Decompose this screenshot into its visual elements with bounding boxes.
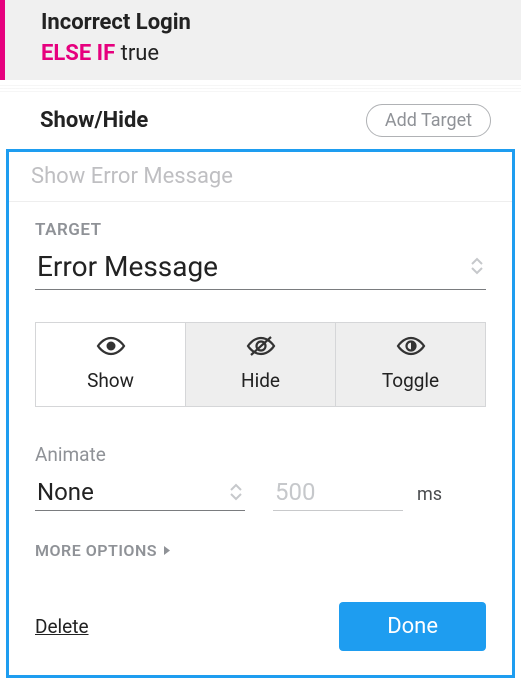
condition-expression: ELSE IF true	[41, 39, 521, 70]
delete-link[interactable]: Delete	[35, 615, 89, 638]
eye-half-icon	[395, 335, 427, 361]
segment-show-label: Show	[87, 369, 134, 392]
done-button[interactable]: Done	[339, 602, 486, 651]
separator	[0, 84, 521, 92]
condition-keyword: ELSE IF	[41, 41, 115, 66]
add-target-button[interactable]: Add Target	[366, 104, 491, 137]
action-title: Show/Hide	[40, 108, 148, 133]
segment-hide[interactable]: Hide	[185, 323, 335, 406]
duration-unit: ms	[417, 484, 442, 505]
panel-body: TARGET Error Message Show Hide	[9, 202, 512, 675]
sort-arrows-icon	[229, 483, 243, 501]
panel-footer: Delete Done	[35, 602, 486, 651]
segment-toggle[interactable]: Toggle	[335, 323, 485, 406]
condition-title: Incorrect Login	[41, 8, 521, 39]
target-value: Error Message	[37, 250, 218, 283]
panel-title: Show Error Message	[9, 152, 512, 202]
animate-type-value: None	[37, 478, 94, 506]
more-options-label: MORE OPTIONS	[35, 541, 157, 560]
chevron-right-icon	[163, 541, 172, 560]
segment-hide-label: Hide	[241, 369, 280, 392]
duration-input[interactable]	[273, 478, 403, 511]
eye-off-icon	[245, 335, 277, 361]
segment-toggle-label: Toggle	[382, 369, 439, 392]
animate-row: None ms	[35, 478, 486, 511]
condition-expression-text: true	[121, 41, 159, 66]
action-panel: Show Error Message TARGET Error Message …	[6, 149, 515, 678]
condition-header: Incorrect Login ELSE IF true	[0, 0, 521, 80]
sort-arrows-icon	[470, 257, 484, 275]
action-header: Show/Hide Add Target	[0, 92, 521, 149]
segment-show[interactable]: Show	[36, 323, 185, 406]
animate-duration: ms	[273, 478, 442, 511]
animate-label: Animate	[35, 443, 486, 466]
animate-type-select[interactable]: None	[35, 478, 245, 511]
more-options-toggle[interactable]: MORE OPTIONS	[35, 541, 172, 560]
visibility-segmented: Show Hide Toggle	[35, 322, 486, 407]
target-select[interactable]: Error Message	[35, 250, 486, 290]
target-label: TARGET	[35, 220, 486, 240]
eye-icon	[95, 335, 127, 361]
